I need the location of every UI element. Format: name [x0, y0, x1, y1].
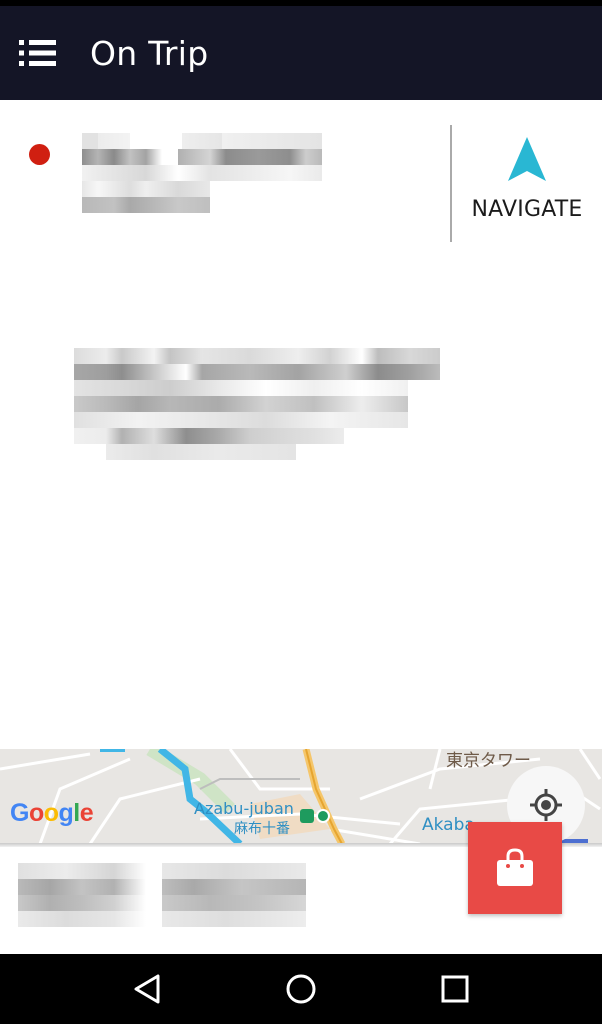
- back-triangle-icon: [134, 974, 160, 1004]
- back-button[interactable]: [117, 959, 177, 1019]
- redacted-rider-name: [18, 863, 306, 927]
- map-station-label-ja: 麻布十番: [234, 821, 290, 837]
- system-nav-bar: [0, 954, 602, 1024]
- google-logo-letter: o: [28, 799, 44, 827]
- my-location-icon: [530, 789, 562, 821]
- navigate-label: NAVIGATE: [471, 197, 583, 222]
- map-landmark-label: 東京タワー: [446, 751, 531, 771]
- navigate-button[interactable]: NAVIGATE: [452, 125, 602, 242]
- navigation-arrow-icon: [508, 137, 546, 181]
- map-station-label-en: Azabu-juban: [194, 799, 294, 818]
- menu-button[interactable]: [2, 6, 74, 100]
- google-logo: Google: [10, 799, 94, 828]
- redacted-destination: [82, 133, 322, 215]
- list-menu-icon: [19, 40, 56, 66]
- redacted-address: [74, 348, 440, 490]
- home-circle-icon: [286, 974, 316, 1004]
- map-area-label: Akaba: [422, 815, 475, 835]
- subway-icon: [316, 809, 330, 823]
- app-bar: On Trip: [0, 6, 602, 100]
- google-logo-letter: e: [79, 799, 94, 827]
- recents-square-icon: [441, 975, 469, 1003]
- station-icon: [300, 809, 314, 823]
- recents-button[interactable]: [425, 959, 485, 1019]
- shopping-bag-button[interactable]: [468, 822, 562, 914]
- google-logo-letter: o: [43, 799, 59, 827]
- shopping-bag-icon: [497, 848, 533, 886]
- google-logo-letter: G: [10, 799, 29, 827]
- page-title: On Trip: [90, 33, 209, 73]
- home-button[interactable]: [271, 959, 331, 1019]
- google-logo-letter: g: [58, 799, 74, 827]
- destination-dot: [29, 144, 50, 165]
